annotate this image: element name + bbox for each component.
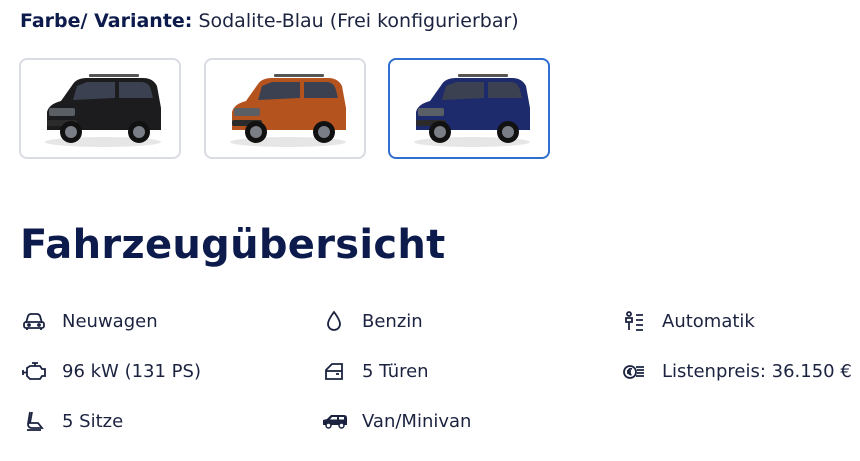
door-icon xyxy=(322,360,348,382)
spec-price: Listenpreis: 36.150 € xyxy=(622,360,852,382)
spec-fuel: Benzin xyxy=(322,310,423,332)
car-image xyxy=(45,74,161,147)
van-icon xyxy=(322,410,348,432)
spec-text: 96 kW (131 PS) xyxy=(62,360,201,382)
spec-text: 5 Sitze xyxy=(62,410,124,432)
car-image xyxy=(230,74,346,147)
car-image xyxy=(414,74,530,147)
spec-seats: 5 Sitze xyxy=(22,410,123,432)
color-option-black[interactable] xyxy=(19,58,181,159)
color-option-blue[interactable] xyxy=(388,58,550,159)
engine-icon xyxy=(22,360,48,382)
spec-power: 96 kW (131 PS) xyxy=(22,360,201,382)
page-title: Fahrzeugübersicht xyxy=(20,222,446,268)
spec-text: Neuwagen xyxy=(62,310,158,332)
variant-value: Sodalite-Blau (Frei konfigurierbar) xyxy=(198,10,519,32)
spec-body-type: Van/Minivan xyxy=(322,410,471,432)
fuel-drop-icon xyxy=(322,310,348,332)
gearbox-icon xyxy=(622,310,648,332)
variant-line: Farbe/ Variante: Sodalite-Blau (Frei kon… xyxy=(20,7,519,35)
spec-transmission: Automatik xyxy=(622,310,755,332)
spec-condition: Neuwagen xyxy=(22,310,158,332)
spec-text: Automatik xyxy=(662,310,755,332)
variant-label: Farbe/ Variante: xyxy=(20,10,193,32)
price-tag-icon xyxy=(622,360,648,382)
car-front-icon xyxy=(22,310,48,332)
spec-text: 5 Türen xyxy=(362,360,429,382)
seat-icon xyxy=(22,410,48,432)
spec-text: Listenpreis: 36.150 € xyxy=(662,360,852,382)
spec-doors: 5 Türen xyxy=(322,360,429,382)
spec-text: Van/Minivan xyxy=(362,410,472,432)
color-option-orange[interactable] xyxy=(204,58,366,159)
spec-text: Benzin xyxy=(362,310,423,332)
